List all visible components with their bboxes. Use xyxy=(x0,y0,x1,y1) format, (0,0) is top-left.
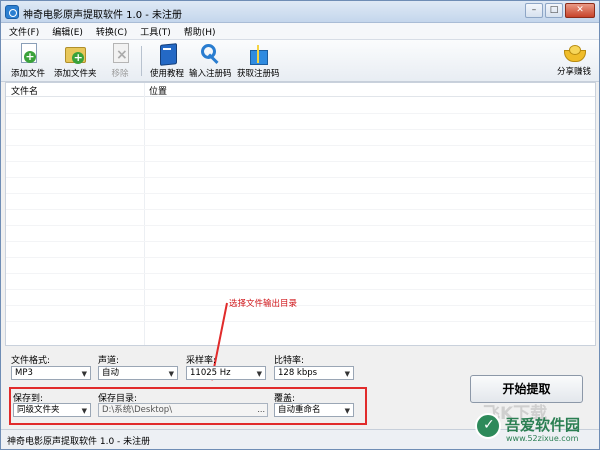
app-icon xyxy=(5,5,19,19)
menu-convert[interactable]: 转换(C) xyxy=(96,25,127,38)
get-code-label: 获取注册码 xyxy=(237,69,280,79)
gold-ingot-icon xyxy=(562,43,586,63)
saveto-select[interactable]: 同级文件夹 ▼ xyxy=(13,403,91,417)
title-bar[interactable]: 神奇电影原声提取软件 1.0 - 未注册 – □ ✕ xyxy=(1,1,599,23)
column-location[interactable]: 位置 xyxy=(149,84,167,97)
maximize-button[interactable]: □ xyxy=(545,3,563,18)
share-button[interactable]: 分享赚钱 xyxy=(557,43,591,77)
channel-label: 声道: xyxy=(98,356,120,366)
tutorial-label: 使用教程 xyxy=(150,69,185,79)
remove-icon xyxy=(110,43,130,65)
enter-code-button[interactable]: 输入注册码 xyxy=(189,43,232,79)
row-line xyxy=(6,209,595,210)
row-line xyxy=(6,321,595,322)
add-file-icon xyxy=(18,43,38,65)
row-line xyxy=(6,305,595,306)
annotation-text: 选择文件输出目录 xyxy=(229,299,298,309)
row-line xyxy=(6,161,595,162)
format-value: MP3 xyxy=(15,368,33,378)
saveto-value: 同级文件夹 xyxy=(17,405,60,415)
chevron-down-icon: ▼ xyxy=(81,407,87,415)
row-line xyxy=(6,225,595,226)
menu-file[interactable]: 文件(F) xyxy=(9,25,39,38)
add-folder-icon xyxy=(64,43,87,65)
key-icon xyxy=(199,43,221,65)
file-list[interactable]: 文件名 位置 xyxy=(5,82,596,346)
samplerate-select[interactable]: 11025 Hz ▼ xyxy=(186,366,266,380)
app-window: 神奇电影原声提取软件 1.0 - 未注册 – □ ✕ 文件(F) 编辑(E) 转… xyxy=(0,0,600,450)
share-label: 分享赚钱 xyxy=(557,67,592,77)
menu-bar: 文件(F) 编辑(E) 转换(C) 工具(T) 帮助(H) xyxy=(1,23,599,40)
bitrate-label: 比特率: xyxy=(274,356,305,366)
row-line xyxy=(6,289,595,290)
add-folder-button[interactable]: 添加文件夹 xyxy=(54,43,97,79)
menu-edit[interactable]: 编辑(E) xyxy=(52,25,83,38)
add-file-button[interactable]: 添加文件 xyxy=(11,43,45,79)
savedir-value: D:\系统\Desktop\ xyxy=(102,405,173,415)
format-label: 文件格式: xyxy=(11,356,51,366)
chevron-down-icon: ▼ xyxy=(256,370,262,378)
add-file-label: 添加文件 xyxy=(11,69,46,79)
row-line xyxy=(6,273,595,274)
overwrite-select[interactable]: 自动重命名 ▼ xyxy=(274,403,354,417)
minimize-button[interactable]: – xyxy=(525,3,543,18)
column-filename[interactable]: 文件名 xyxy=(11,84,38,97)
remove-button[interactable]: 移除 xyxy=(110,43,130,79)
overwrite-value: 自动重命名 xyxy=(278,405,321,415)
menu-help[interactable]: 帮助(H) xyxy=(184,25,216,38)
row-line xyxy=(6,241,595,242)
close-button[interactable]: ✕ xyxy=(565,3,595,18)
samplerate-value: 11025 Hz xyxy=(190,368,231,378)
bitrate-select[interactable]: 128 kbps ▼ xyxy=(274,366,354,380)
window-controls: – □ ✕ xyxy=(525,3,595,18)
chevron-down-icon: ▼ xyxy=(344,407,350,415)
menu-tools[interactable]: 工具(T) xyxy=(140,25,171,38)
tutorial-button[interactable]: 使用教程 xyxy=(150,43,184,79)
enter-code-label: 输入注册码 xyxy=(189,69,232,79)
list-header: 文件名 位置 xyxy=(6,83,595,97)
savedir-field[interactable]: D:\系统\Desktop\ ... xyxy=(98,403,268,417)
format-select[interactable]: MP3 ▼ xyxy=(11,366,91,380)
gift-icon xyxy=(247,43,269,65)
book-icon xyxy=(157,43,177,65)
watermark-url: www.52zixue.com xyxy=(506,434,579,443)
watermark-logo-icon xyxy=(475,413,501,439)
chevron-down-icon: ▼ xyxy=(168,370,174,378)
window-title: 神奇电影原声提取软件 1.0 - 未注册 xyxy=(23,10,183,21)
watermark-name: 吾爱软件园 xyxy=(505,416,581,434)
chevron-down-icon: ▼ xyxy=(81,370,87,378)
channel-select[interactable]: 自动 ▼ xyxy=(98,366,178,380)
row-line xyxy=(6,113,595,114)
toolbar: 添加文件 添加文件夹 移除 使用教程 输入注册码 获取注册码 分享赚钱 xyxy=(1,40,599,82)
status-text: 神奇电影原声提取软件 1.0 - 未注册 xyxy=(7,437,151,447)
row-line xyxy=(6,177,595,178)
remove-label: 移除 xyxy=(111,69,129,79)
add-folder-label: 添加文件夹 xyxy=(54,69,97,79)
toolbar-separator xyxy=(141,46,142,76)
row-line xyxy=(6,129,595,130)
samplerate-label: 采样率: xyxy=(186,356,217,366)
chevron-down-icon: ▼ xyxy=(344,370,350,378)
row-line xyxy=(6,193,595,194)
get-code-button[interactable]: 获取注册码 xyxy=(237,43,280,79)
bitrate-value: 128 kbps xyxy=(278,368,318,378)
browse-button[interactable]: ... xyxy=(257,404,265,416)
channel-value: 自动 xyxy=(102,368,120,378)
row-line xyxy=(6,257,595,258)
row-line xyxy=(6,145,595,146)
